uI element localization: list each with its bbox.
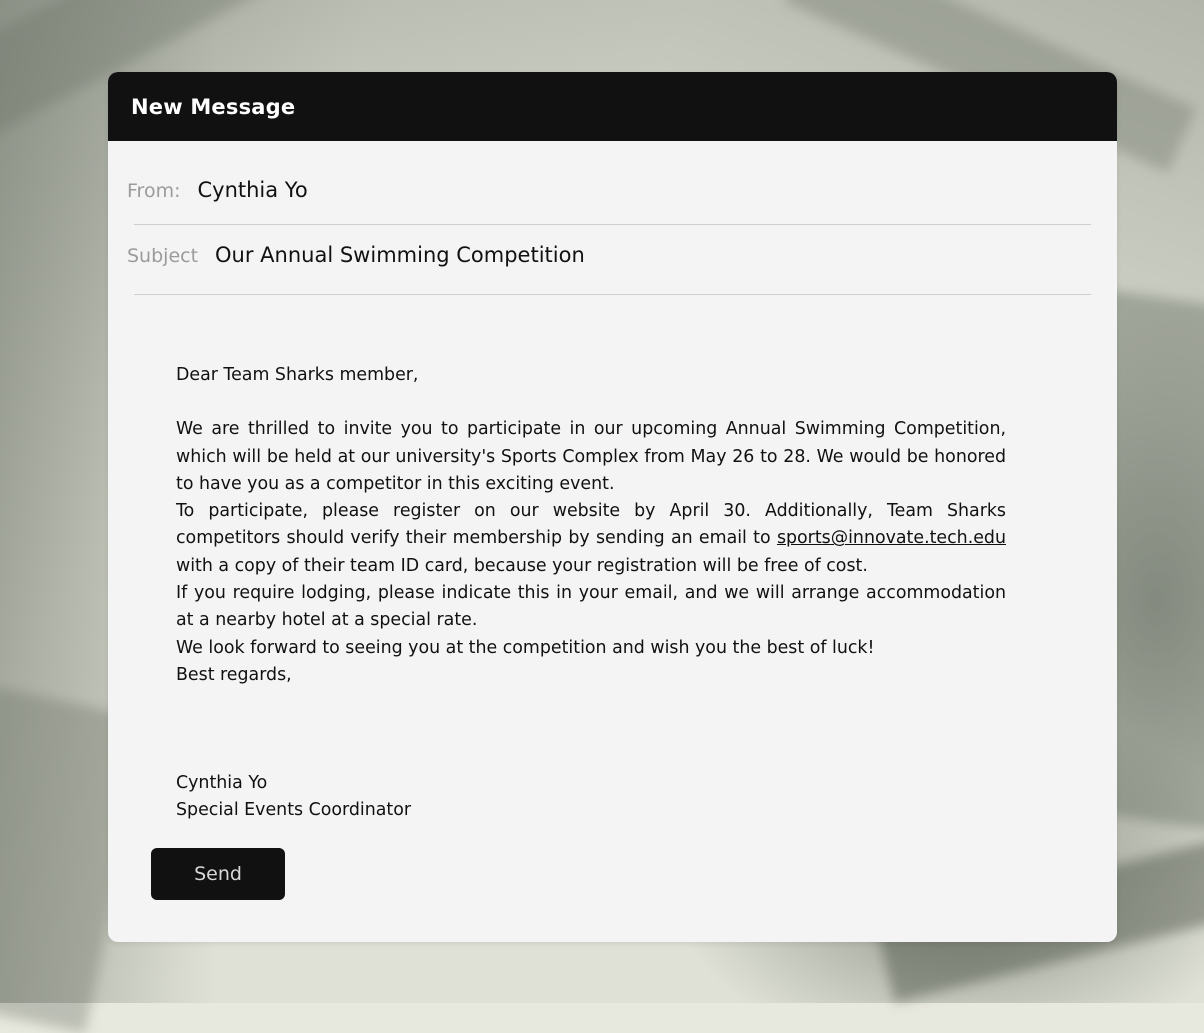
body-paragraph-closing-wish: We look forward to seeing you at the com…: [176, 637, 875, 658]
signature-block: Cynthia Yo Special Events Coordinator: [176, 770, 411, 825]
closing-line: Best regards,: [176, 664, 292, 685]
subject-field[interactable]: Subject Our Annual Swimming Competition: [127, 243, 585, 267]
body-paragraph-register: To participate, please register on our w…: [176, 498, 1006, 580]
from-label: From:: [127, 180, 181, 202]
body-paragraph-lodging: If you require lodging, please indicate …: [176, 583, 1006, 631]
compose-window: New Message From: Cynthia Yo Subject Our…: [108, 72, 1117, 942]
from-field[interactable]: From: Cynthia Yo: [127, 178, 308, 202]
body-paragraph-invite: We are thrilled to invite you to partici…: [176, 419, 1006, 494]
subject-divider: [134, 294, 1091, 295]
from-divider: [134, 224, 1091, 225]
from-value[interactable]: Cynthia Yo: [197, 178, 307, 202]
greeting-line: Dear Team Sharks member,: [176, 365, 419, 385]
subject-value[interactable]: Our Annual Swimming Competition: [215, 243, 585, 267]
signature-name: Cynthia Yo: [176, 773, 268, 793]
title-bar: New Message: [108, 72, 1117, 141]
email-link[interactable]: sports@innovate.tech.edu: [777, 528, 1006, 548]
message-body[interactable]: Dear Team Sharks member, We are thrilled…: [176, 362, 1006, 689]
subject-label: Subject: [127, 245, 199, 267]
window-title: New Message: [131, 94, 296, 119]
send-button[interactable]: Send: [151, 848, 285, 900]
register-text-end: with a copy of their team ID card, becau…: [176, 555, 868, 576]
signature-role: Special Events Coordinator: [176, 800, 412, 821]
